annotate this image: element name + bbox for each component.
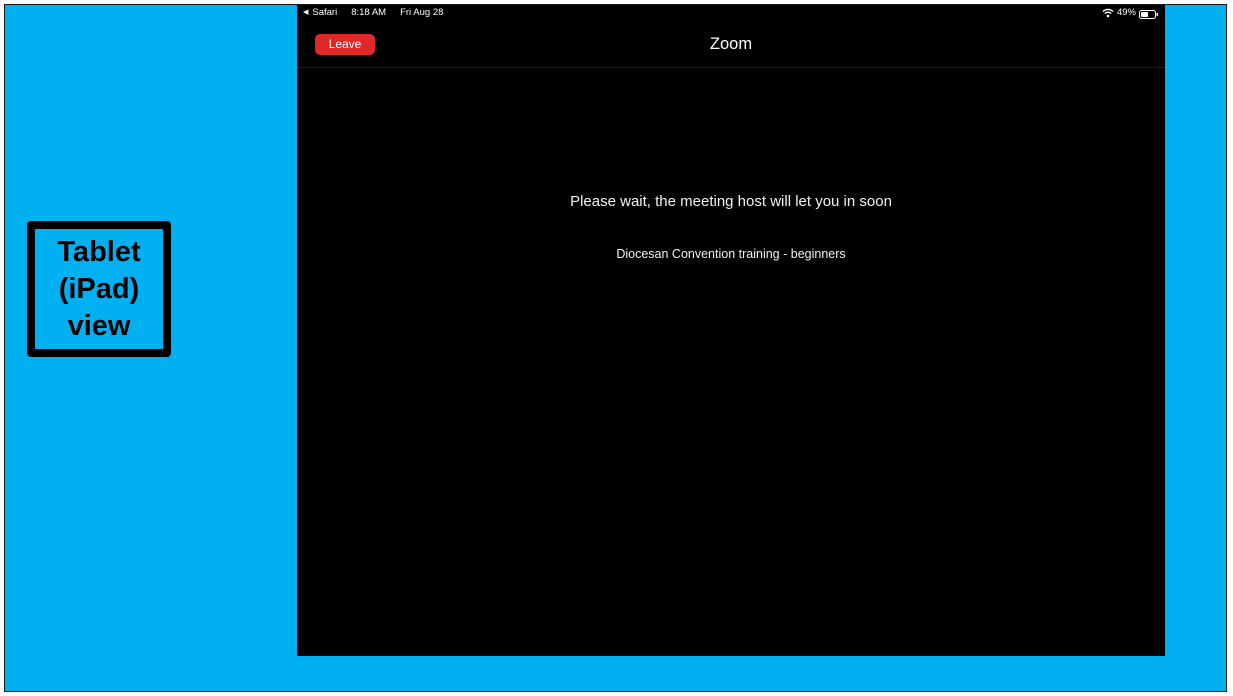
status-left: ◀ Safari 8:18 AM Fri Aug 28 [303,5,443,21]
waiting-message: Please wait, the meeting host will let y… [570,193,892,210]
slide-background: Tablet (iPad) view ◀ Safari 8:18 AM Fri … [4,4,1227,692]
status-time: 8:18 AM [351,7,387,18]
label-line-3: view [67,309,131,342]
status-bar: ◀ Safari 8:18 AM Fri Aug 28 49% [297,5,1165,21]
back-arrow-icon[interactable]: ◀ [303,5,308,21]
status-right: 49% [1102,5,1159,21]
wifi-icon [1102,8,1114,18]
meeting-name: Diocesan Convention training - beginners [616,247,846,261]
status-date: Fri Aug 28 [400,7,444,18]
page-title: Zoom [709,35,753,53]
tablet-view-label: Tablet (iPad) view [27,221,171,357]
label-line-1: Tablet [57,235,141,268]
ipad-screen: ◀ Safari 8:18 AM Fri Aug 28 49% Leave Zo… [297,5,1165,656]
battery-icon [1139,9,1159,19]
battery-percent: 49% [1116,7,1136,18]
label-line-2: (iPad) [58,272,140,305]
back-to-app-link[interactable]: Safari [312,5,337,21]
nav-bar: Leave Zoom [297,21,1165,68]
